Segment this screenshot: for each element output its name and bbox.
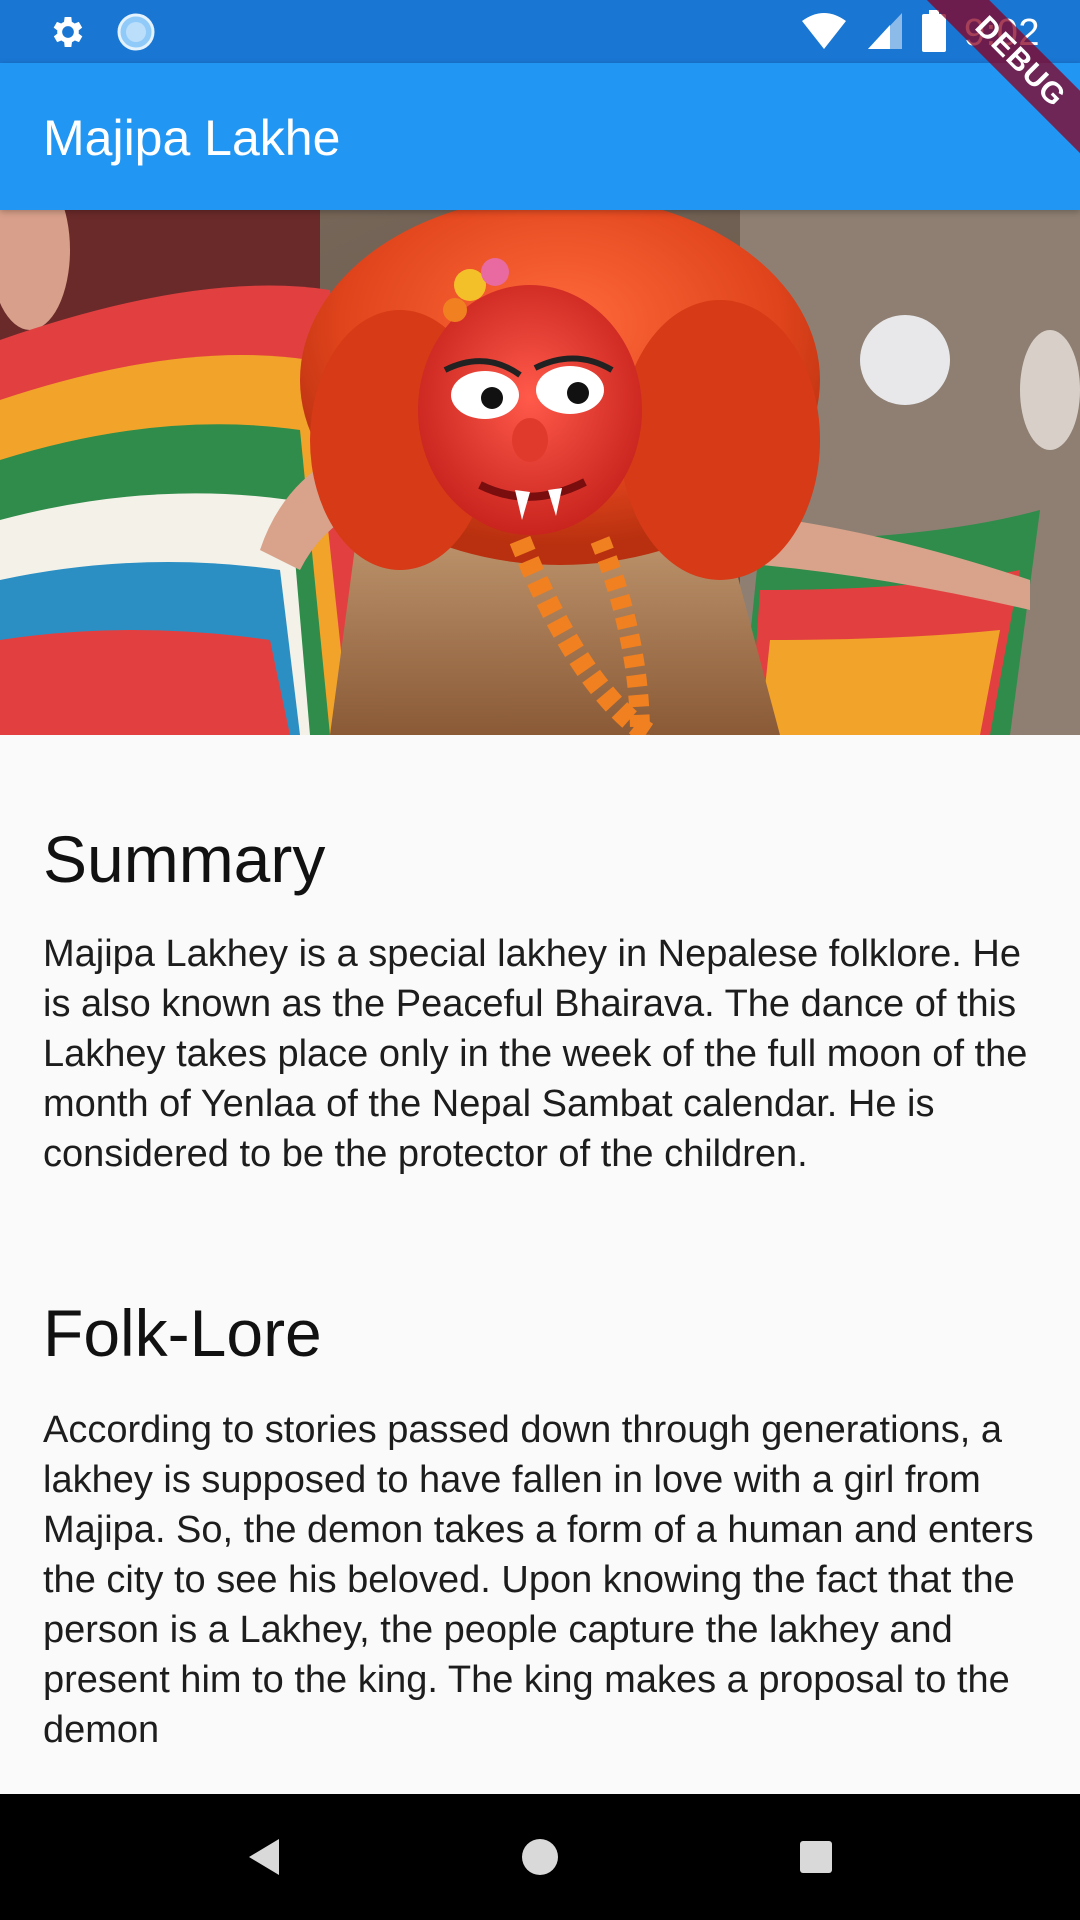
signal-icon — [866, 11, 904, 56]
home-icon — [522, 1839, 558, 1875]
app-bar: Majipa Lakhe — [0, 63, 1080, 210]
summary-text: Majipa Lakhey is a special lakhey in Nep… — [43, 933, 1028, 1176]
home-button[interactable] — [510, 1827, 570, 1887]
system-nav-bar — [0, 1794, 1080, 1920]
recents-button[interactable] — [786, 1827, 846, 1887]
recents-icon — [800, 1841, 832, 1873]
back-icon — [249, 1839, 279, 1875]
folklore-text: According to stories passed down through… — [43, 1409, 1034, 1752]
battery-icon — [922, 10, 947, 57]
back-button[interactable] — [234, 1827, 294, 1887]
hero-image — [0, 210, 1080, 735]
content-scroll[interactable]: Summary Majipa Lakhey is a special lakhe… — [0, 735, 1080, 1794]
status-time: 9:02 — [964, 12, 1040, 54]
app-title: Majipa Lakhe — [43, 110, 341, 166]
summary-heading: Summary — [43, 822, 326, 896]
wifi-icon — [800, 11, 848, 56]
status-bar: 9:02 — [0, 0, 1080, 63]
settings-icon — [48, 12, 88, 57]
sync-icon — [116, 12, 156, 57]
folklore-heading: Folk-Lore — [43, 1296, 322, 1371]
